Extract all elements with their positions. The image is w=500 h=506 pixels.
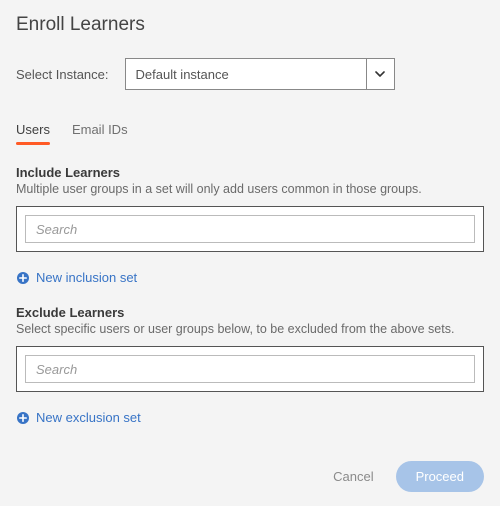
tab-email-ids[interactable]: Email IDs xyxy=(72,118,128,145)
plus-circle-icon xyxy=(16,411,30,425)
include-description: Multiple user groups in a set will only … xyxy=(16,182,484,196)
footer: Cancel Proceed xyxy=(333,461,484,492)
new-inclusion-set-link[interactable]: New inclusion set xyxy=(16,270,484,285)
exclude-description: Select specific users or user groups bel… xyxy=(16,322,484,336)
plus-circle-icon xyxy=(16,271,30,285)
new-exclusion-set-label: New exclusion set xyxy=(36,410,141,425)
exclude-section: Exclude Learners Select specific users o… xyxy=(16,305,484,425)
exclude-search-box xyxy=(16,346,484,392)
new-inclusion-set-label: New inclusion set xyxy=(36,270,137,285)
page-title: Enroll Learners xyxy=(16,14,484,36)
instance-select[interactable]: Default instance xyxy=(125,58,395,90)
proceed-button[interactable]: Proceed xyxy=(396,461,484,492)
tab-users[interactable]: Users xyxy=(16,118,50,145)
instance-selected-value: Default instance xyxy=(126,59,366,89)
instance-label: Select Instance: xyxy=(16,67,109,82)
exclude-search-input[interactable] xyxy=(25,355,475,383)
include-heading: Include Learners xyxy=(16,165,484,180)
instance-row: Select Instance: Default instance xyxy=(16,58,484,90)
exclude-heading: Exclude Learners xyxy=(16,305,484,320)
include-search-input[interactable] xyxy=(25,215,475,243)
new-exclusion-set-link[interactable]: New exclusion set xyxy=(16,410,484,425)
include-search-box xyxy=(16,206,484,252)
chevron-down-icon[interactable] xyxy=(366,59,394,89)
include-section: Include Learners Multiple user groups in… xyxy=(16,165,484,285)
cancel-button[interactable]: Cancel xyxy=(333,469,373,484)
tabs: Users Email IDs xyxy=(16,118,484,145)
